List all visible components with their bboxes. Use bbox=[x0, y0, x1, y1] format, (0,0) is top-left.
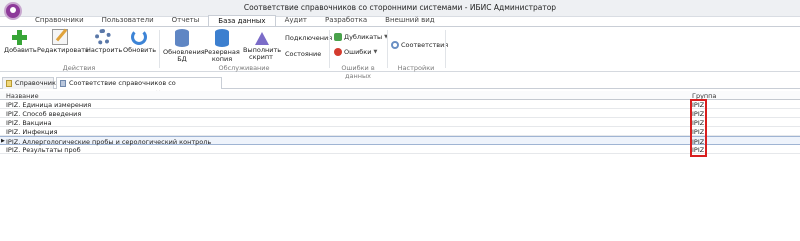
ribbon: Добавить Редактировать Настроить Обновит… bbox=[0, 26, 800, 80]
backup-button[interactable]: Резервная копия bbox=[204, 29, 240, 63]
group-separator bbox=[329, 30, 330, 68]
table-row[interactable]: IPIZ. Вакцина IPIZ bbox=[0, 118, 800, 127]
flask-icon bbox=[253, 29, 269, 45]
group-separator bbox=[445, 30, 446, 68]
cell-name: IPIZ. Способ введения bbox=[6, 110, 82, 118]
doc-tab-references-label: Справочники bbox=[15, 79, 61, 87]
edit-icon bbox=[52, 29, 68, 45]
doc-tab-references[interactable]: Справочники bbox=[2, 77, 60, 89]
group-separator bbox=[387, 30, 388, 68]
cell-name: IPIZ. Результаты проб bbox=[6, 146, 81, 154]
edit-button[interactable]: Редактировать bbox=[37, 29, 89, 54]
group-column-highlight bbox=[690, 99, 707, 157]
add-icon bbox=[11, 29, 27, 45]
status-label: Состояние bbox=[285, 50, 322, 58]
configure-label: Настроить bbox=[86, 46, 123, 54]
group-maintenance-label: Обслуживание bbox=[218, 64, 270, 72]
connections-button[interactable]: Подключения bbox=[285, 34, 332, 42]
table-row[interactable]: IPIZ. Инфекция IPIZ bbox=[0, 127, 800, 136]
add-label: Добавить bbox=[4, 46, 37, 54]
group-actions-label: Действия bbox=[62, 64, 96, 72]
folder-icon bbox=[6, 80, 12, 87]
cell-name: IPIZ. Инфекция bbox=[6, 128, 58, 136]
db-update-button[interactable]: Обновления БД bbox=[163, 29, 205, 63]
error-icon bbox=[334, 48, 342, 56]
document-tabs: Справочники Соответствие справочников со… bbox=[0, 76, 800, 97]
cell-name: IPIZ. Вакцина bbox=[6, 119, 52, 127]
window-title: Соответствие справочников со сторонними … bbox=[243, 3, 557, 12]
table-row[interactable]: IPIZ. Способ введения IPIZ bbox=[0, 109, 800, 118]
table-row[interactable]: IPIZ. Результаты проб IPIZ bbox=[0, 145, 800, 154]
group-separator bbox=[159, 30, 160, 68]
backup-label-2: копия bbox=[211, 55, 233, 63]
duplicates-label: Дубликаты bbox=[344, 33, 383, 41]
group-settings-label: Настройки bbox=[397, 64, 435, 72]
backup-icon bbox=[215, 29, 229, 47]
link-icon bbox=[391, 41, 399, 49]
table-row[interactable]: IPIZ. Единица измерения IPIZ bbox=[0, 100, 800, 109]
mappings-grid: Название Группа IPIZ. Единица измерения … bbox=[0, 91, 800, 241]
errors-button[interactable]: Ошибки ▼ bbox=[334, 48, 377, 56]
add-button[interactable]: Добавить bbox=[4, 29, 37, 54]
errors-label: Ошибки bbox=[344, 48, 372, 56]
configure-button[interactable]: Настроить bbox=[86, 29, 123, 54]
refresh-label: Обновить bbox=[123, 46, 157, 54]
refresh-button[interactable]: Обновить bbox=[123, 29, 157, 54]
connections-label: Подключения bbox=[285, 34, 333, 42]
grid-header: Название Группа bbox=[0, 91, 800, 100]
table-row-selected[interactable]: ▶ IPIZ. Аллергологические пробы и сероло… bbox=[0, 136, 800, 146]
mapping-icon bbox=[60, 80, 66, 87]
run-script-label-2: скрипт bbox=[249, 53, 273, 61]
duplicates-button[interactable]: Дубликаты ▼ bbox=[334, 33, 388, 41]
column-header-name[interactable]: Название bbox=[6, 92, 39, 100]
doc-tab-mappings[interactable]: Соответствие справочников со сторонними … bbox=[56, 77, 222, 97]
refresh-icon bbox=[131, 29, 147, 45]
chevron-down-icon: ▼ bbox=[373, 49, 378, 55]
db-update-label-2: БД bbox=[177, 55, 187, 63]
row-indicator-icon: ▶ bbox=[1, 138, 5, 144]
status-button[interactable]: Состояние bbox=[285, 50, 321, 58]
mappings-label: Соответствия bbox=[401, 41, 449, 49]
mappings-button[interactable]: Соответствия bbox=[391, 41, 448, 49]
duplicates-icon bbox=[334, 33, 342, 41]
run-script-button[interactable]: Выполнить скрипт bbox=[243, 29, 281, 61]
app-logo-icon[interactable] bbox=[4, 2, 22, 20]
edit-label: Редактировать bbox=[37, 46, 89, 54]
cell-name: IPIZ. Единица измерения bbox=[6, 101, 92, 109]
database-icon bbox=[175, 29, 189, 47]
gear-icon bbox=[95, 29, 111, 45]
